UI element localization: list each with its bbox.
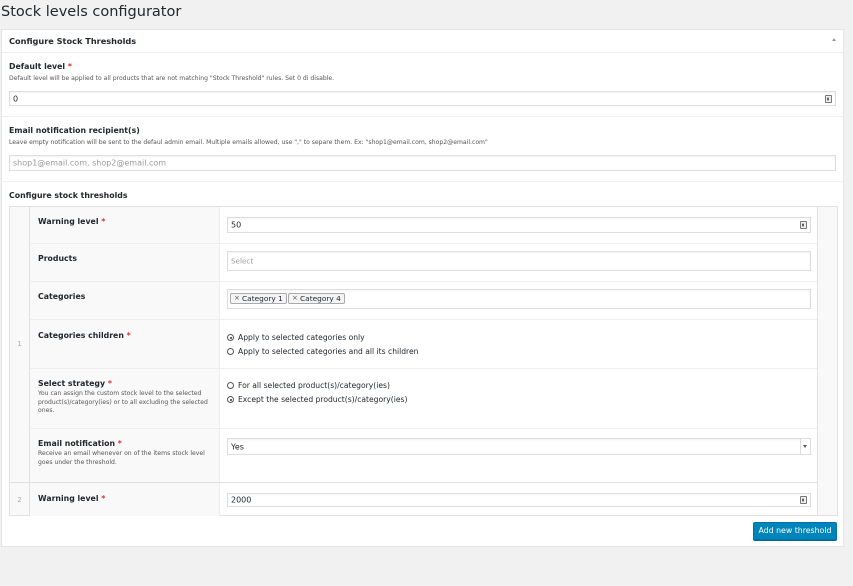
collapse-arrow-icon[interactable] (832, 38, 836, 41)
products-field: Products Select (30, 244, 817, 282)
remove-tag-icon[interactable]: × (234, 294, 240, 303)
row-index: 1 (17, 340, 22, 348)
categories-field: Categories × Category 1 × Category 4 (30, 282, 817, 320)
select-strategy-field: Select strategy * You can assign the cus… (30, 369, 817, 429)
default-level-input[interactable]: 0 (9, 91, 836, 106)
strategy-radio-group: For all selected product(s)/category(ies… (227, 381, 527, 411)
warning-level-input[interactable]: 50 (227, 217, 811, 233)
products-select[interactable]: Select (227, 251, 811, 271)
add-threshold-button[interactable]: Add new threshold (753, 522, 837, 540)
panel-header[interactable]: Configure Stock Thresholds (2, 30, 843, 53)
threshold-row: Warning level * 2000 (30, 482, 818, 516)
remove-tag-icon[interactable]: × (292, 294, 298, 303)
chevron-down-icon[interactable] (800, 439, 810, 454)
stock-thresholds-panel: Configure Stock Thresholds Default level… (1, 29, 844, 547)
number-spinner-icon[interactable] (825, 94, 832, 103)
default-level-description: Default level will be applied to all pro… (9, 75, 335, 82)
warning-level-label: Warning level * (38, 494, 106, 503)
default-level-label: Default level * (9, 62, 72, 71)
radio-unchecked-icon[interactable] (227, 348, 234, 355)
email-recipient-label: Email notification recipient(s) (9, 126, 140, 135)
select-strategy-description: You can assign the custom stock level to… (38, 390, 208, 414)
products-label: Products (38, 254, 78, 263)
category-tag[interactable]: × Category 4 (288, 293, 345, 304)
radio-checked-icon[interactable] (227, 396, 234, 403)
page-title: Stock levels configurator (1, 4, 182, 20)
children-radio-group: Apply to selected categories only Apply … (227, 333, 527, 363)
email-notification-select[interactable]: Yes (227, 438, 811, 455)
row-handle[interactable]: 2 (10, 482, 30, 515)
category-tag[interactable]: × Category 1 (230, 293, 287, 304)
row-index: 2 (17, 496, 22, 504)
email-notification-field: Email notification * Receive an email wh… (30, 429, 817, 482)
categories-select[interactable]: × Category 1 × Category 4 (227, 289, 811, 309)
warning-level-field: Warning level * 50 (30, 207, 817, 244)
email-notification-description: Receive an email whenever on of the item… (38, 450, 205, 466)
select-strategy-label: Select strategy * (38, 379, 112, 388)
thresholds-label: Configure stock thresholds (9, 191, 128, 200)
categories-label: Categories (38, 292, 86, 301)
categories-children-label: Categories children * (38, 331, 131, 340)
categories-children-field: Categories children * Apply to selected … (30, 320, 817, 369)
divider (2, 116, 843, 117)
thresholds-repeater: 1 Warning level * 50 Products Select Cat… (9, 206, 838, 516)
number-spinner-icon[interactable] (800, 496, 807, 504)
email-notification-label: Email notification * (38, 439, 122, 448)
email-recipient-description: Leave empty notification will be sent to… (9, 139, 488, 146)
number-spinner-icon[interactable] (800, 221, 807, 229)
threshold-row: Warning level * 50 Products Select Categ… (30, 207, 818, 482)
radio-unchecked-icon[interactable] (227, 382, 234, 389)
warning-level-input[interactable]: 2000 (227, 493, 811, 507)
divider (2, 181, 843, 182)
panel-title: Configure Stock Thresholds (9, 36, 137, 46)
radio-checked-icon[interactable] (227, 334, 234, 341)
row-handle[interactable]: 1 (10, 207, 30, 482)
warning-level-label: Warning level * (38, 217, 106, 226)
email-recipient-input[interactable]: shop1@email.com, shop2@email.com (9, 155, 836, 171)
